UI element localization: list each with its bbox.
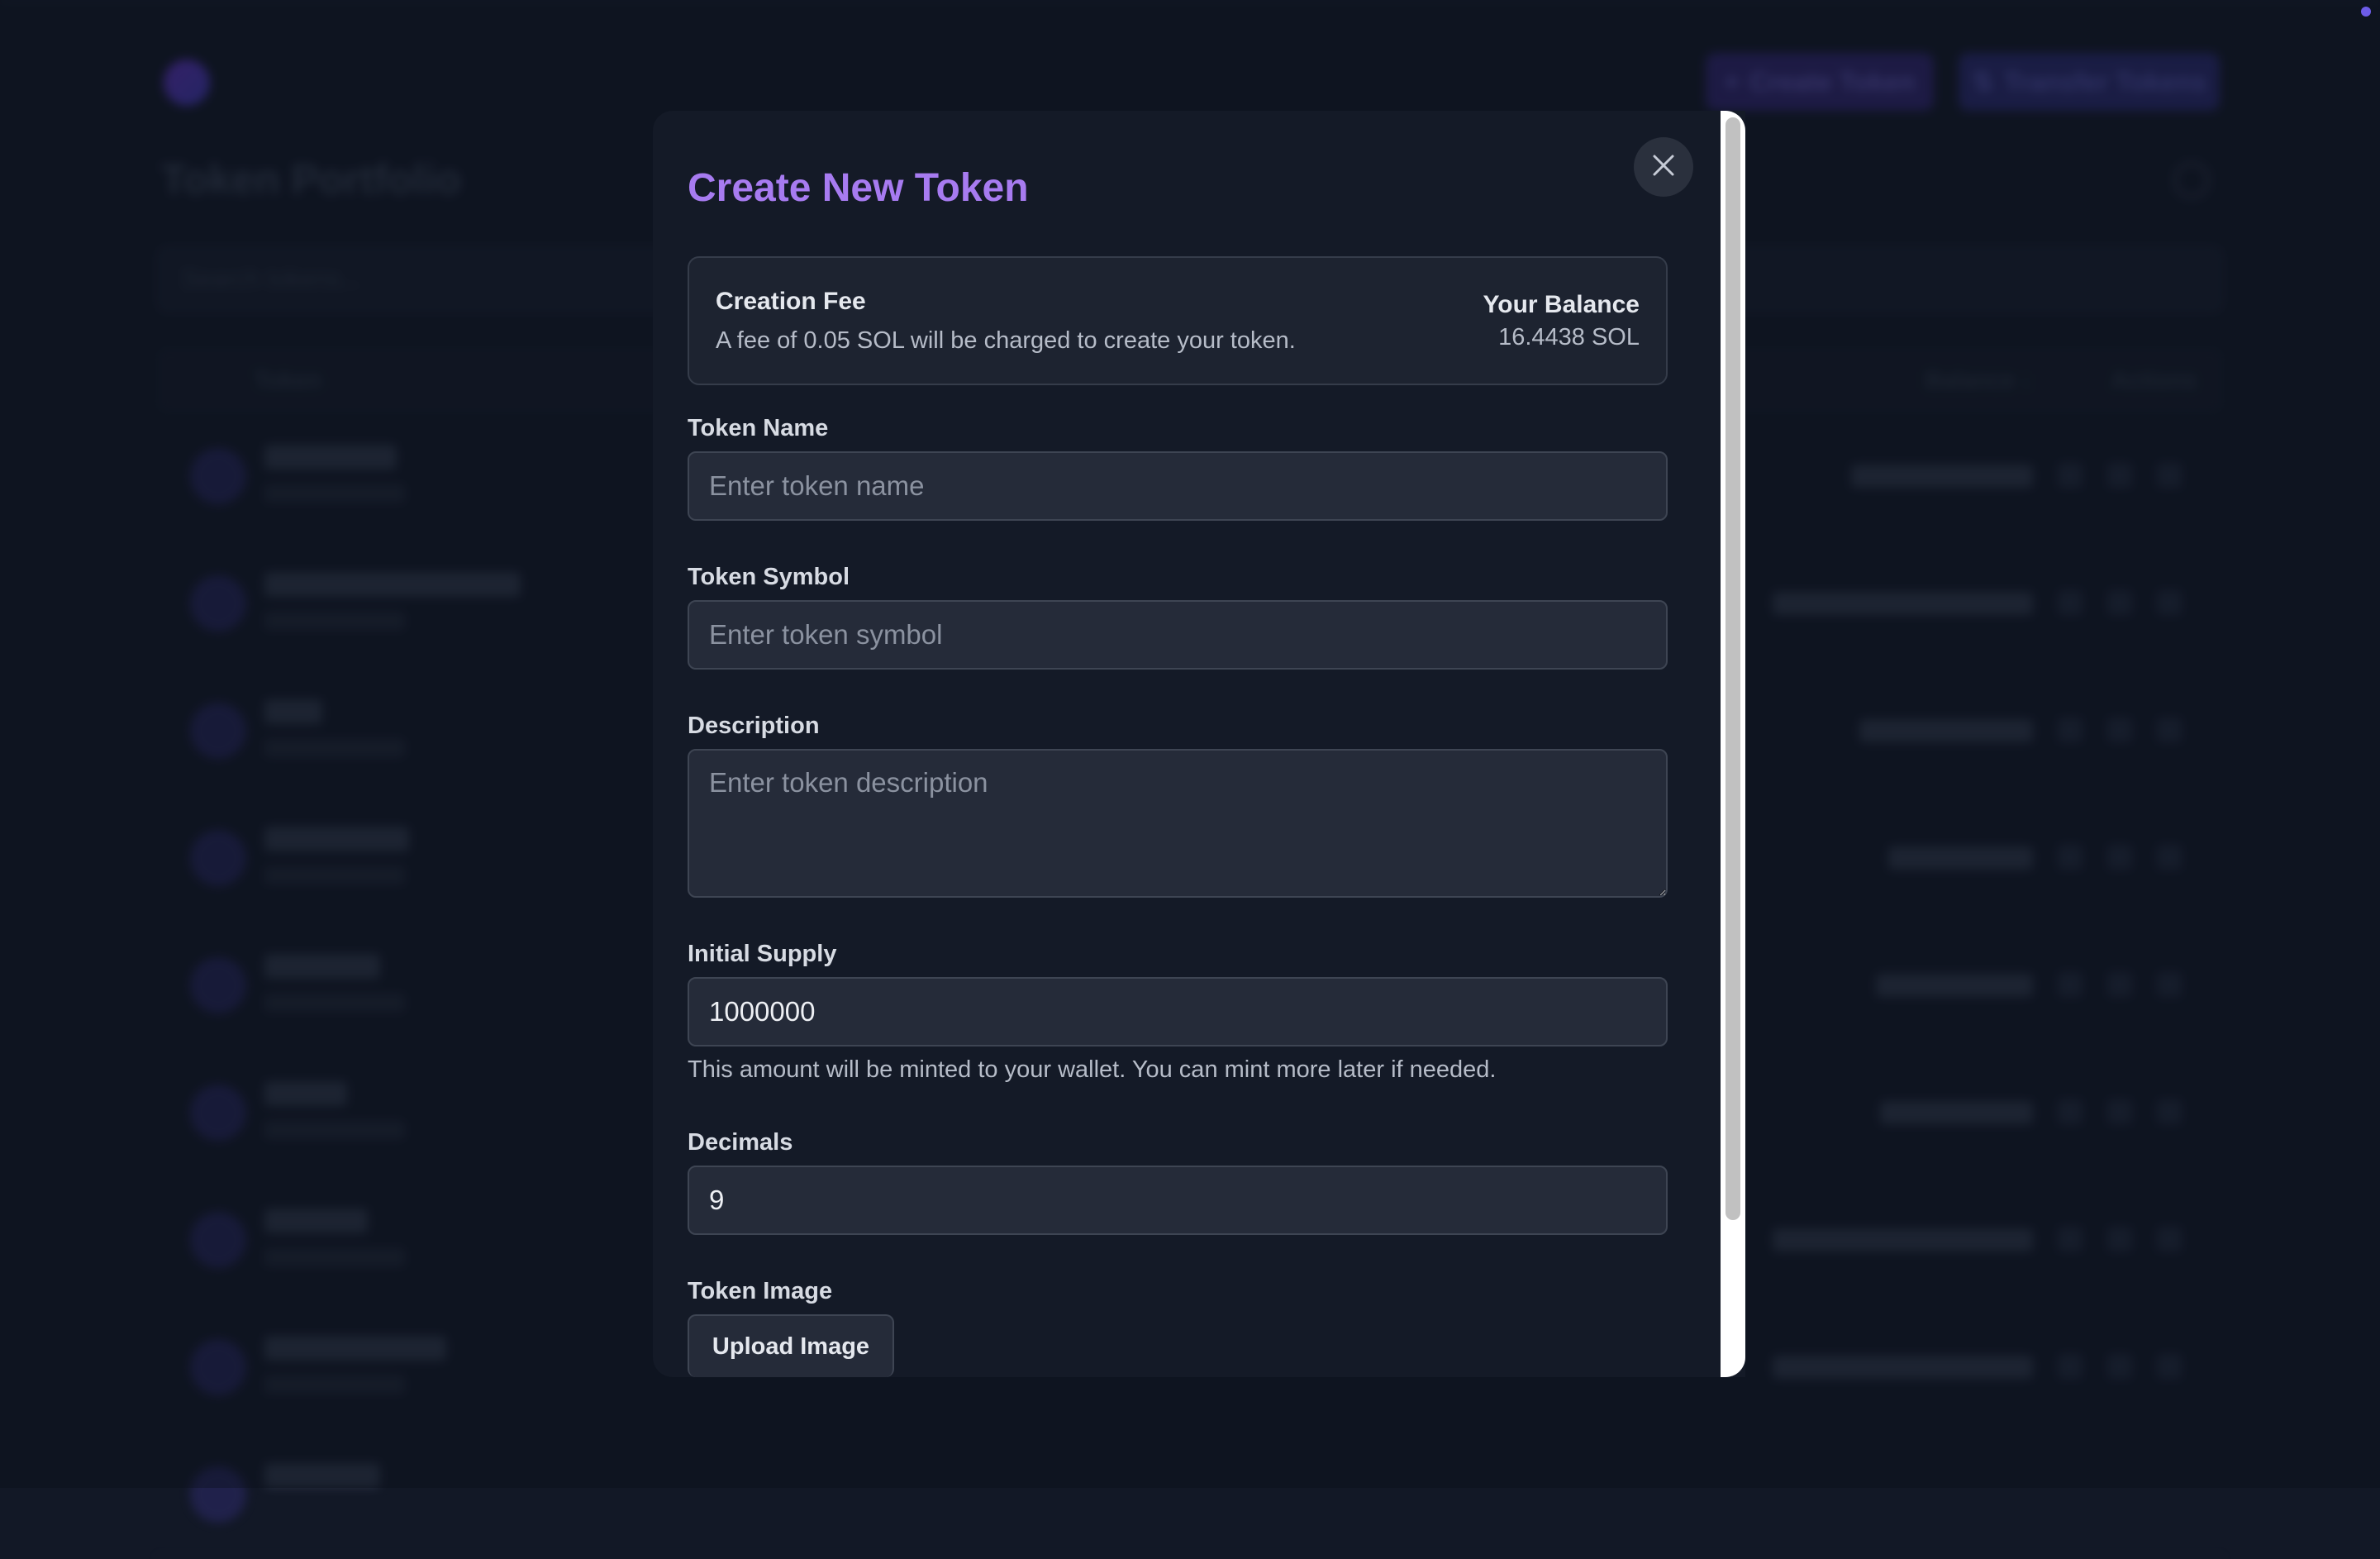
token-name-label: Token Name — [688, 415, 828, 442]
initial-supply-help: This amount will be minted to your walle… — [688, 1056, 1496, 1084]
fee-description: A fee of 0.05 SOL will be charged to cre… — [716, 327, 1296, 355]
balance-value: 16.4438 SOL — [1498, 324, 1640, 351]
close-button[interactable] — [1634, 137, 1693, 197]
status-dot — [2361, 7, 2371, 17]
token-symbol-label: Token Symbol — [688, 564, 850, 591]
token-name-input[interactable] — [688, 451, 1668, 521]
balance-label: Your Balance — [1483, 291, 1640, 319]
decimals-input[interactable] — [688, 1166, 1668, 1235]
decimals-label: Decimals — [688, 1129, 793, 1156]
description-label: Description — [688, 713, 820, 740]
modal-scrollbar-thumb[interactable] — [1726, 117, 1740, 1220]
initial-supply-input[interactable] — [688, 977, 1668, 1046]
description-input[interactable] — [688, 749, 1668, 898]
fee-title: Creation Fee — [716, 288, 866, 316]
token-symbol-input[interactable] — [688, 600, 1668, 670]
upload-image-button[interactable]: Upload Image — [688, 1314, 894, 1377]
initial-supply-label: Initial Supply — [688, 941, 836, 968]
token-image-label: Token Image — [688, 1278, 832, 1305]
modal-title: Create New Token — [688, 165, 1029, 211]
creation-fee-box: Creation Fee A fee of 0.05 SOL will be c… — [688, 256, 1668, 385]
close-icon — [1651, 149, 1676, 186]
